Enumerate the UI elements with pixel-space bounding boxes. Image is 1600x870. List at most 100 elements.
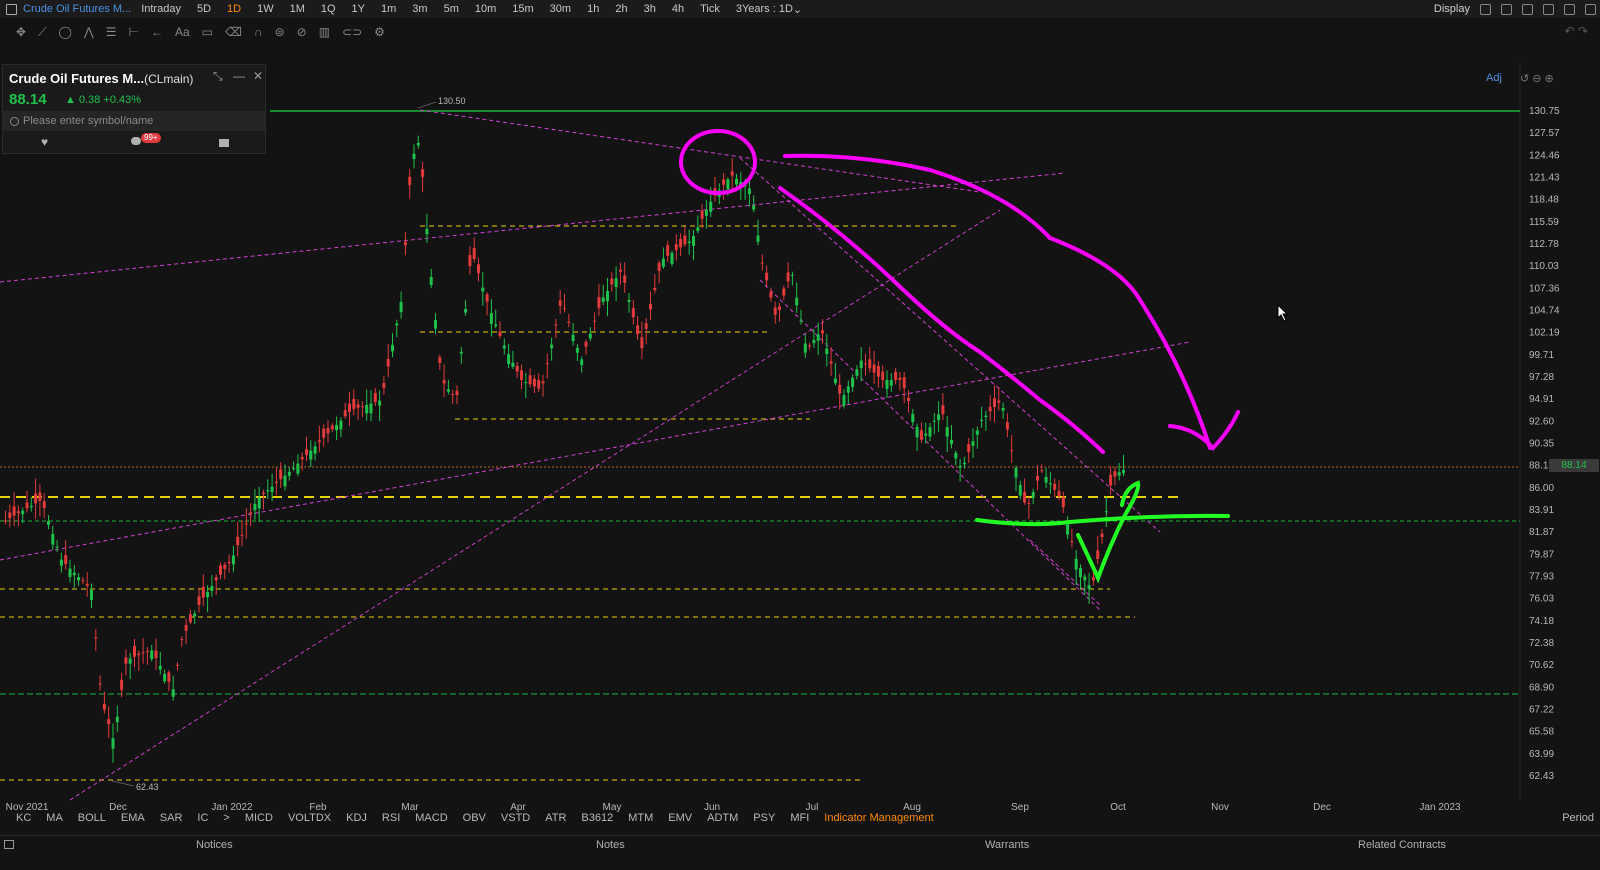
candle-body [941, 405, 945, 415]
indicator-atr[interactable]: ATR [545, 812, 566, 824]
candle-body [287, 471, 291, 476]
symbol-name: Crude Oil Futures M...(CLmain) [9, 71, 193, 86]
candle-body [34, 493, 38, 504]
indicator-kdj[interactable]: KDJ [346, 812, 367, 824]
expand-icon[interactable]: ⤡ [213, 69, 223, 84]
candle-body [16, 511, 20, 514]
panel-toggle-icon[interactable] [4, 840, 14, 849]
candle-body [399, 302, 403, 313]
indicator-adtm[interactable]: ADTM [707, 812, 738, 824]
candle-body [382, 383, 386, 388]
symbol-search-input[interactable]: Please enter symbol/name [3, 111, 265, 131]
minimize-icon[interactable]: — [233, 69, 245, 83]
y-tick-label: 76.03 [1529, 594, 1554, 605]
candle-body [59, 559, 63, 566]
heart-icon[interactable]: ♥ [41, 135, 48, 149]
candle-body [12, 506, 16, 516]
candle-body [1083, 576, 1087, 581]
y-tick-label: 127.57 [1529, 128, 1560, 139]
candle-body [274, 481, 278, 483]
candle-body [786, 272, 790, 282]
candle-body [4, 520, 7, 522]
y-tick-label: 118.48 [1529, 195, 1559, 206]
candle-body [434, 320, 437, 329]
indicator-psy[interactable]: PSY [753, 812, 775, 824]
indicator-x[interactable]: > [223, 812, 229, 824]
candle-body [825, 348, 829, 355]
candle-body [993, 398, 996, 407]
candle-body [511, 362, 515, 367]
indicator-micd[interactable]: MICD [245, 812, 273, 824]
indicator-kc[interactable]: KC [16, 812, 31, 824]
candle-body [163, 673, 167, 682]
indicator-mtm[interactable]: MTM [628, 812, 653, 824]
mouse-cursor-icon [1277, 304, 1289, 322]
candle-body [1057, 490, 1061, 497]
y-tick-label: 94.91 [1529, 394, 1554, 405]
indicator-ma[interactable]: MA [46, 812, 63, 824]
period-button[interactable]: Period [1562, 812, 1594, 824]
tab-notices[interactable]: Notices [196, 839, 233, 851]
candle-body [1104, 511, 1108, 513]
candle-body [859, 360, 863, 369]
candle-body [799, 320, 803, 322]
comment-count-badge: 99+ [141, 133, 161, 143]
adj-button[interactable]: Adj [1486, 72, 1502, 84]
indicator-vstd[interactable]: VSTD [501, 812, 530, 824]
candle-body [636, 325, 640, 335]
candle-body [627, 300, 631, 302]
comment-icon[interactable] [131, 137, 141, 145]
candle-body [868, 359, 872, 369]
y-tick-label: 72.38 [1529, 638, 1554, 649]
indicator-b3612[interactable]: B3612 [581, 812, 613, 824]
candle-body [141, 652, 145, 654]
indicator-ema[interactable]: EMA [121, 812, 145, 824]
indicator-sar[interactable]: SAR [160, 812, 183, 824]
candle-body [55, 546, 59, 548]
close-icon[interactable]: ✕ [253, 69, 263, 83]
indicator-voltdx[interactable]: VOLTDX [288, 812, 331, 824]
indicator-boll[interactable]: BOLL [78, 812, 106, 824]
candle-body [244, 523, 248, 525]
candle-body [279, 469, 283, 480]
candle-body [180, 639, 184, 641]
indicator-rsi[interactable]: RSI [382, 812, 400, 824]
candle-body [391, 345, 394, 352]
candle-body [808, 345, 812, 347]
candle-body [653, 287, 657, 291]
candle-body [442, 380, 446, 384]
folder-icon[interactable] [219, 139, 229, 147]
tab-warrants[interactable]: Warrants [985, 839, 1029, 851]
candle-body [631, 308, 635, 318]
tab-related-contracts[interactable]: Related Contracts [1358, 839, 1446, 851]
candle-body [158, 666, 162, 670]
indicator-ic[interactable]: IC [197, 812, 208, 824]
candle-body [421, 169, 425, 178]
indicator-emv[interactable]: EMV [668, 812, 692, 824]
candle-body [1070, 541, 1074, 543]
candle-body [429, 277, 433, 286]
candle-body [133, 645, 136, 657]
indicator-obv[interactable]: OBV [463, 812, 486, 824]
candle-body [249, 512, 253, 515]
candle-body [403, 241, 407, 246]
search-icon [10, 117, 19, 126]
candle-body [98, 683, 102, 685]
candle-body [296, 463, 300, 474]
tab-notes[interactable]: Notes [596, 839, 625, 851]
candle-body [795, 297, 799, 306]
candle-body [997, 400, 1001, 403]
indicator-macd[interactable]: MACD [415, 812, 447, 824]
y-tick-label: 81.87 [1529, 527, 1554, 538]
y-tick-label: 107.36 [1529, 283, 1560, 294]
candle-body [348, 403, 351, 412]
candle-body [322, 428, 326, 438]
candle-body [223, 564, 227, 569]
zoom-controls-icon[interactable]: ↺ ⊖ ⊕ [1520, 72, 1554, 85]
indicator-mfi[interactable]: MFI [790, 812, 809, 824]
candle-body [365, 404, 369, 414]
y-tick-label: 63.99 [1529, 749, 1554, 760]
candle-body [68, 568, 72, 577]
indicator-management-button[interactable]: Indicator Management [824, 812, 933, 824]
candle-body [219, 565, 222, 575]
